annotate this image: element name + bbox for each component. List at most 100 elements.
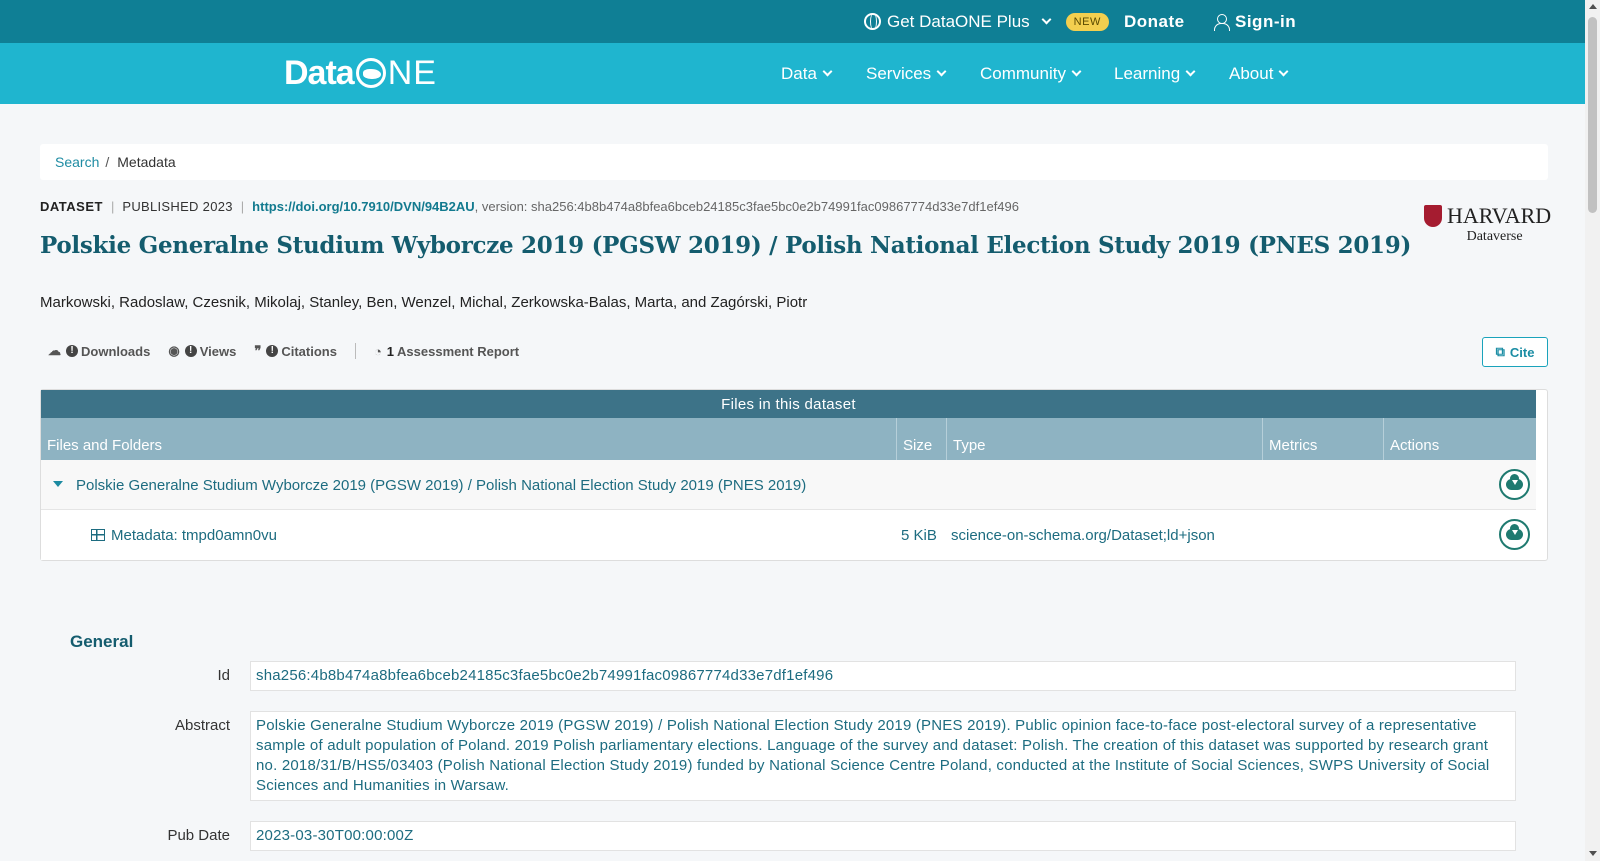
- table-row: Metadata: tmpd0amn0vu 5 KiB science-on-s…: [41, 510, 1536, 560]
- dashboard-icon: ◔: [373, 343, 382, 359]
- divider: |: [110, 199, 115, 214]
- published-year: PUBLISHED 2023: [122, 199, 233, 214]
- files-table-header: Files and Folders Size Type Metrics Acti…: [41, 418, 1536, 460]
- person-icon: [1214, 13, 1230, 31]
- abstract-value: Polskie Generalne Studium Wyborcze 2019 …: [250, 711, 1516, 801]
- citations-metric[interactable]: ❞ ! Citations: [254, 343, 337, 359]
- file-size: 5 KiB: [901, 526, 937, 544]
- breadcrumb-search[interactable]: Search: [55, 154, 99, 170]
- chevron-down-icon: [936, 66, 947, 76]
- caret-down-icon[interactable]: [53, 481, 63, 487]
- column-type[interactable]: Type: [946, 418, 1262, 460]
- get-dataone-plus-menu[interactable]: Get DataONE Plus NEW: [864, 0, 1109, 43]
- assessment-count: 1: [386, 343, 395, 359]
- cloud-download-icon: [1506, 474, 1523, 490]
- folder-name[interactable]: Polskie Generalne Studium Wyborcze 2019 …: [76, 460, 806, 510]
- nav-services[interactable]: Services: [866, 43, 947, 104]
- nav-about[interactable]: About: [1229, 43, 1289, 104]
- chevron-down-icon: [822, 66, 833, 76]
- citations-label: Citations: [281, 343, 337, 359]
- views-metric[interactable]: ◉ ! Views: [168, 343, 236, 359]
- dataone-logo[interactable]: Data NE: [284, 53, 437, 92]
- id-value: sha256:4b8b474a8bfea6bceb24185c3fae5bc0e…: [250, 661, 1516, 691]
- nav-learning[interactable]: Learning: [1114, 43, 1196, 104]
- id-label: Id: [217, 667, 230, 684]
- scroll-up-arrow-icon[interactable]: [1589, 4, 1597, 9]
- general-section-heading: General: [70, 632, 134, 651]
- nav-learning-label: Learning: [1114, 63, 1181, 83]
- harvard-shield-icon: [1424, 205, 1442, 227]
- files-table-title: Files in this dataset: [41, 390, 1536, 418]
- column-actions[interactable]: Actions: [1383, 418, 1536, 460]
- file-name-cell[interactable]: Metadata: tmpd0amn0vu: [91, 510, 277, 560]
- sign-in-label: Sign-in: [1235, 11, 1297, 31]
- get-dataone-plus-label: Get DataONE Plus: [887, 11, 1030, 31]
- assessment-report-link[interactable]: ◔ 1 Assessment Report: [374, 344, 519, 359]
- harvard-text: HARVARD: [1447, 203, 1552, 228]
- cite-label: Cite: [1509, 344, 1535, 360]
- views-label: Views: [199, 343, 237, 359]
- nav-data[interactable]: Data: [781, 43, 833, 104]
- chevron-down-icon: [1041, 14, 1052, 24]
- file-type: science-on-schema.org/Dataset;ld+json: [951, 526, 1215, 544]
- pub-date-value: 2023-03-30T00:00:00Z: [250, 821, 1516, 851]
- copy-icon: ⧉: [1495, 344, 1505, 359]
- info-icon: !: [266, 345, 279, 357]
- chevron-down-icon: [1071, 66, 1082, 76]
- column-size[interactable]: Size: [896, 418, 946, 460]
- scrollbar-thumb[interactable]: [1588, 17, 1597, 213]
- metrics-bar: ☁ ! Downloads ◉ ! Views ❞ ! Citations ◔ …: [48, 343, 537, 359]
- downloads-label: Downloads: [81, 343, 151, 359]
- column-metrics[interactable]: Metrics: [1262, 418, 1383, 460]
- download-file-button[interactable]: [1499, 519, 1530, 550]
- utility-bar: Get DataONE Plus NEW Donate Sign-in: [0, 0, 1585, 43]
- main-navbar: Data NE Data Services Community Learning…: [0, 43, 1585, 104]
- chevron-down-icon: [1278, 66, 1289, 76]
- info-icon: !: [66, 345, 78, 357]
- dataset-type: DATASET: [40, 199, 103, 214]
- sign-in-link[interactable]: Sign-in: [1214, 0, 1296, 43]
- downloads-metric[interactable]: ☁ ! Downloads: [48, 343, 150, 359]
- nav-about-label: About: [1229, 63, 1274, 83]
- cloud-download-icon: [1506, 524, 1523, 540]
- dataset-title: Polskie Generalne Studium Wyborcze 2019 …: [40, 232, 1412, 259]
- pub-date-label: Pub Date: [167, 827, 230, 844]
- nav-community[interactable]: Community: [980, 43, 1082, 104]
- nav-community-label: Community: [980, 63, 1066, 83]
- breadcrumb: Search / Metadata: [40, 144, 1548, 180]
- new-badge: NEW: [1065, 12, 1109, 31]
- scroll-down-arrow-icon[interactable]: [1589, 851, 1597, 856]
- file-name: Metadata: tmpd0amn0vu: [111, 526, 277, 544]
- donate-link[interactable]: Donate: [1124, 0, 1185, 43]
- dataverse-text: Dataverse: [1466, 229, 1523, 244]
- metrics-divider: [354, 343, 356, 359]
- logo-text-ne: NE: [387, 53, 437, 92]
- table-icon: [91, 529, 105, 541]
- dataset-authors: Markowski, Radoslaw, Czesnik, Mikolaj, S…: [40, 294, 808, 311]
- cloud-download-icon: ☁: [48, 343, 61, 358]
- nav-data-label: Data: [781, 63, 817, 83]
- breadcrumb-current: Metadata: [117, 154, 176, 170]
- eye-icon: ◉: [168, 343, 180, 358]
- dataset-version: , version: sha256:4b8b474a8bfea6bceb2418…: [474, 199, 1019, 214]
- chevron-down-icon: [1185, 66, 1196, 76]
- column-files-and-folders[interactable]: Files and Folders: [41, 418, 896, 460]
- info-icon: !: [184, 345, 197, 357]
- table-row: Polskie Generalne Studium Wyborcze 2019 …: [41, 460, 1536, 510]
- page-scrollbar[interactable]: [1585, 0, 1600, 861]
- logo-text-data: Data: [284, 53, 355, 92]
- assessment-label: Assessment Report: [397, 343, 520, 359]
- nav-services-label: Services: [866, 63, 932, 83]
- quote-icon: ❞: [254, 343, 262, 358]
- harvard-dataverse-logo[interactable]: HARVARD Dataverse: [1424, 203, 1551, 245]
- download-folder-button[interactable]: [1499, 469, 1530, 500]
- globe-logo-icon: [355, 58, 386, 88]
- divider: |: [240, 199, 245, 214]
- globe-icon: [864, 13, 881, 30]
- doi-link[interactable]: https://doi.org/10.7910/DVN/94B2AU: [252, 199, 475, 214]
- files-table: Files in this dataset Files and Folders …: [40, 389, 1548, 561]
- dataset-meta-line: DATASET | PUBLISHED 2023 | https://doi.o…: [40, 199, 1019, 214]
- cite-button[interactable]: ⧉ Cite: [1482, 337, 1548, 367]
- abstract-label: Abstract: [174, 717, 230, 734]
- breadcrumb-separator: /: [105, 154, 110, 170]
